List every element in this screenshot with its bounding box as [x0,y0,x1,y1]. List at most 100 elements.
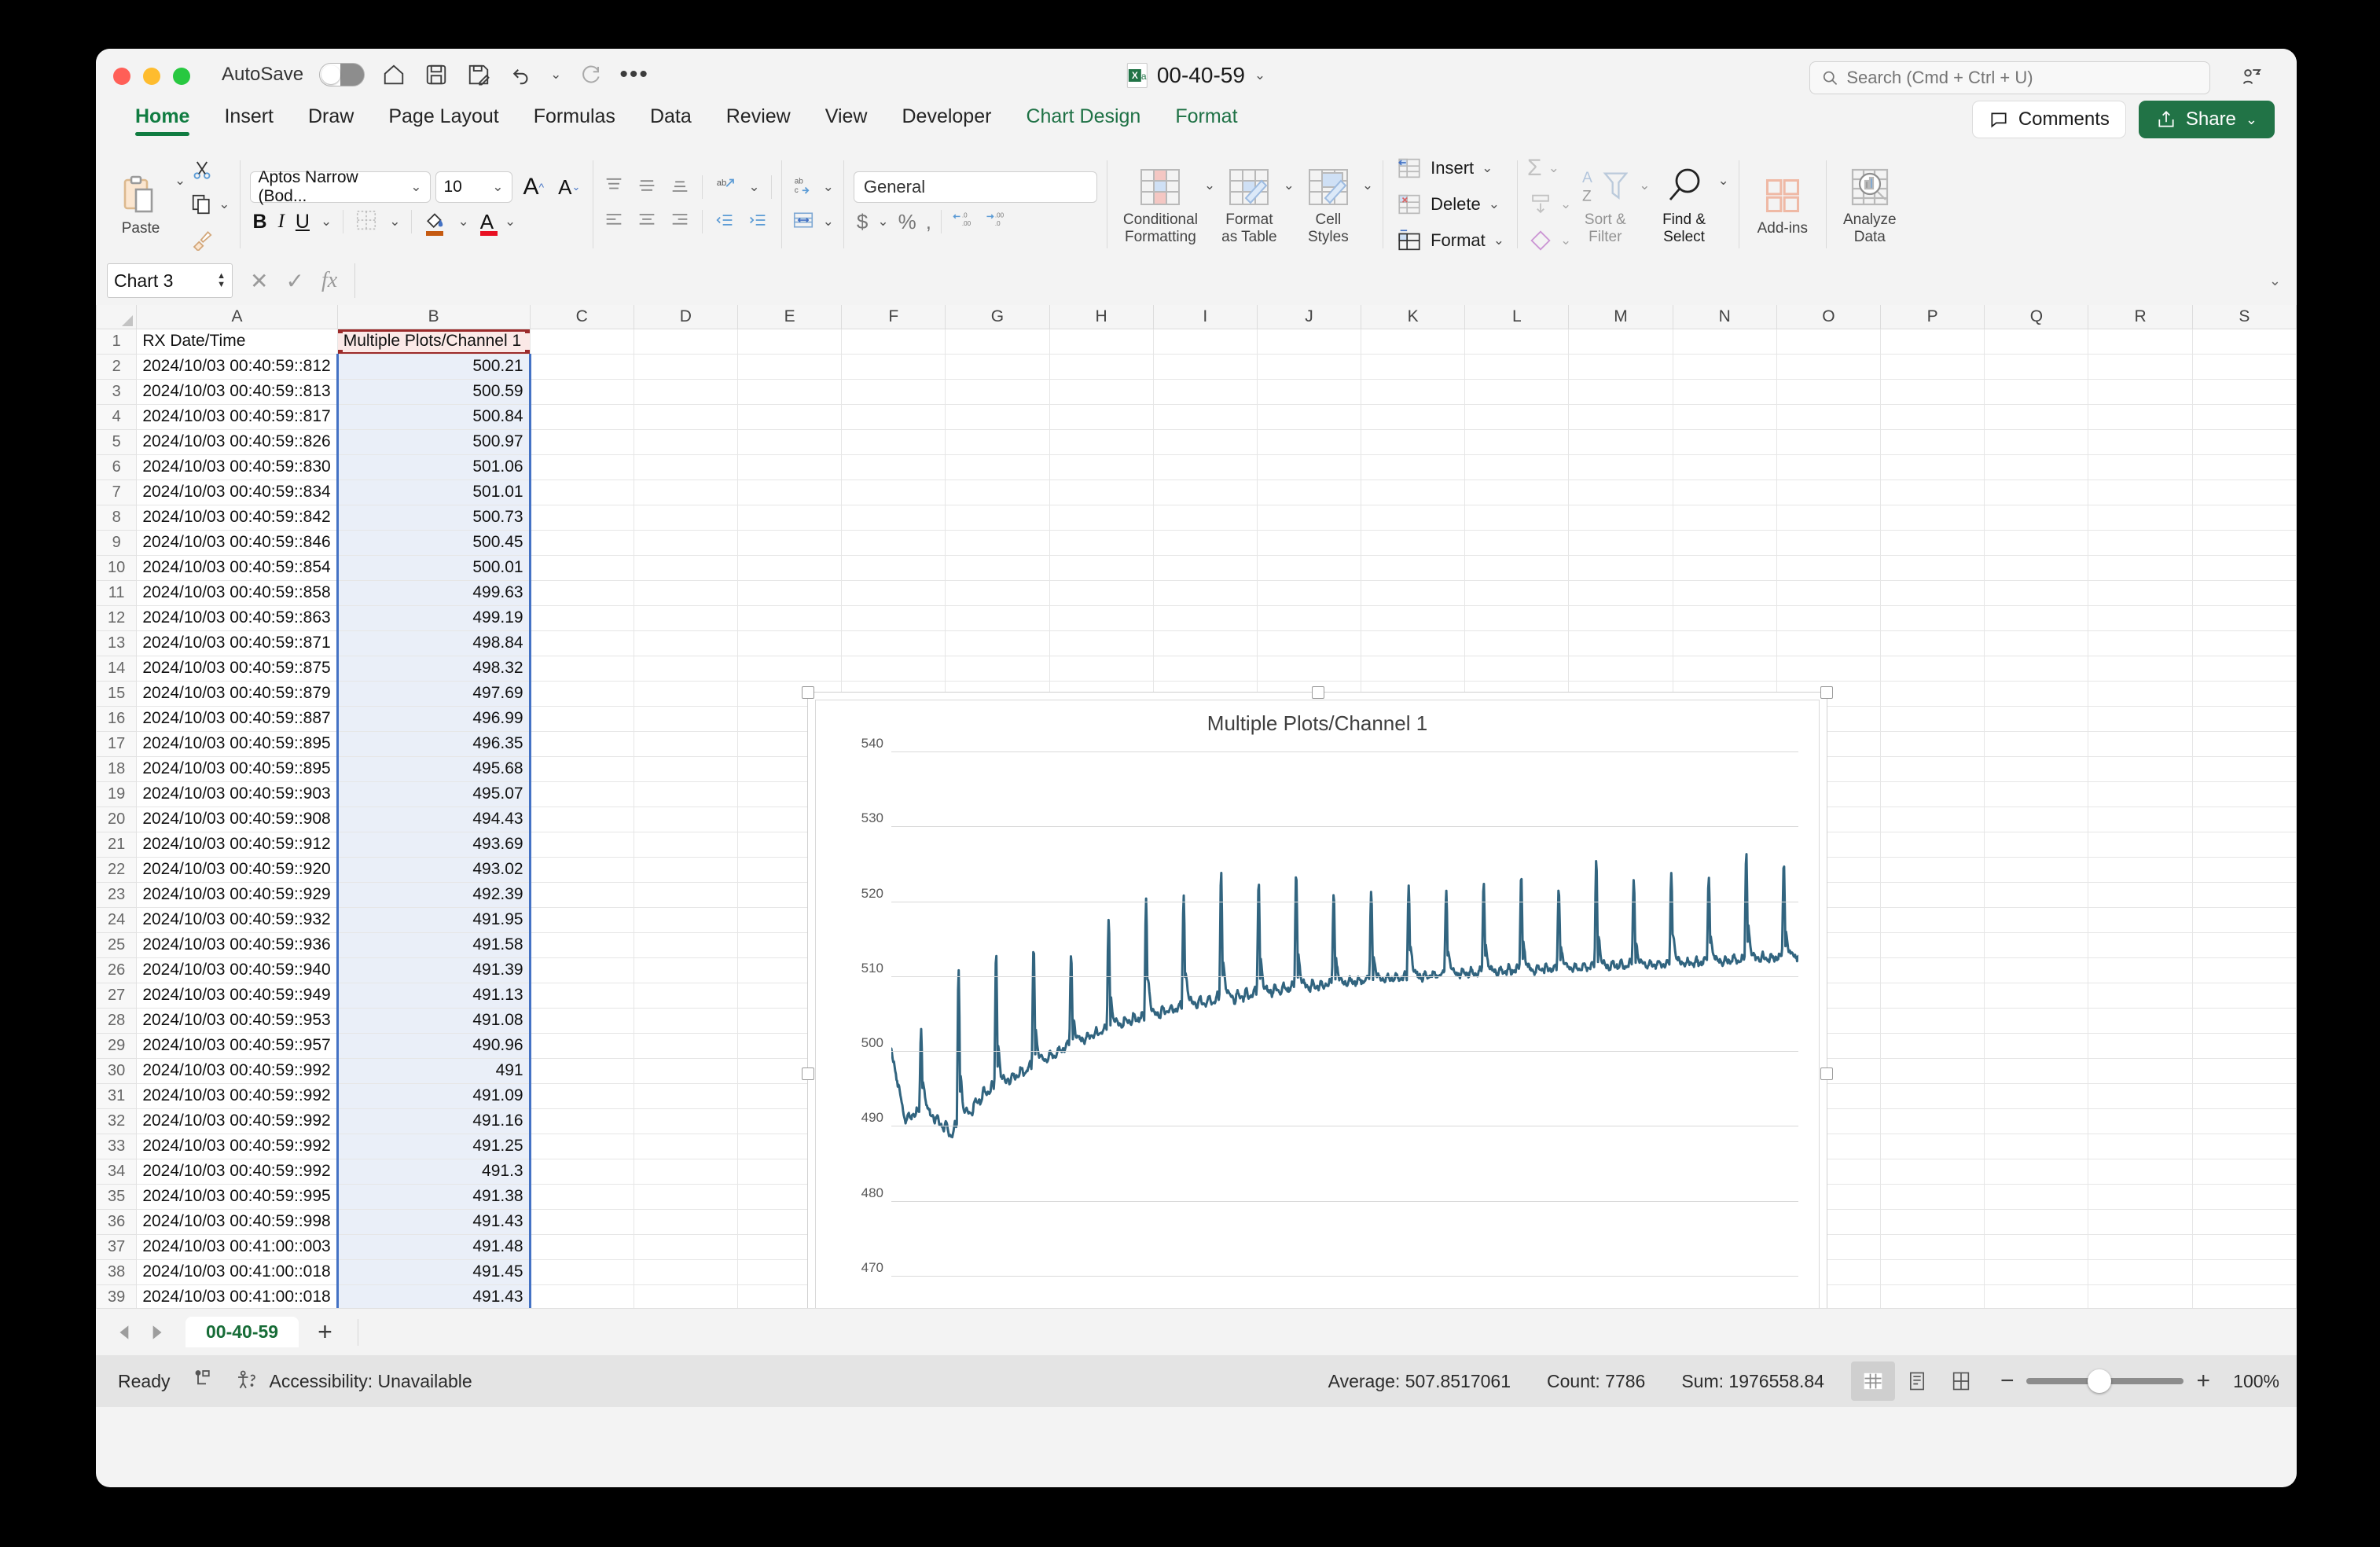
cell-b35[interactable]: 491.38 [336,1183,531,1210]
cell-g5[interactable] [945,428,1050,455]
cell-r12[interactable] [2088,604,2193,631]
cell-a21[interactable]: 2024/10/03 00:40:59::912 [136,831,338,858]
cell-b37[interactable]: 491.48 [336,1233,531,1260]
cell-o9[interactable] [1776,529,1882,556]
cell-q26[interactable] [1984,957,2089,983]
comma-style-button[interactable]: , [926,210,931,234]
copy-button[interactable]: ⌄ [190,188,230,221]
cell-f7[interactable] [841,479,946,505]
cell-c30[interactable] [529,1057,634,1084]
expand-formula-bar-icon[interactable]: ⌄ [2269,273,2286,289]
cell-d12[interactable] [633,604,738,631]
cell-g12[interactable] [945,604,1050,631]
row-header-27[interactable]: 27 [96,982,138,1009]
cell-m3[interactable] [1568,378,1673,405]
cell-d31[interactable] [633,1082,738,1109]
cell-p28[interactable] [1880,1007,1985,1034]
row-header-5[interactable]: 5 [96,428,138,455]
cell-b12[interactable]: 499.19 [336,604,531,631]
row-header-37[interactable]: 37 [96,1233,138,1260]
previous-sheet-icon[interactable] [112,1319,138,1346]
cell-p6[interactable] [1880,454,1985,480]
row-header-10[interactable]: 10 [96,554,138,581]
cell-p7[interactable] [1880,479,1985,505]
cell-b20[interactable]: 494.43 [336,806,531,832]
cell-s33[interactable] [2191,1133,2297,1159]
cell-o3[interactable] [1776,378,1882,405]
cell-b15[interactable]: 497.69 [336,680,531,707]
row-header-25[interactable]: 25 [96,932,138,958]
cell-c1[interactable] [529,328,634,355]
cell-h2[interactable] [1049,353,1154,380]
cell-s39[interactable] [2191,1284,2297,1308]
find-select-button[interactable]: Find & Select [1651,163,1718,246]
cut-button[interactable] [190,153,230,186]
cell-b36[interactable]: 491.43 [336,1208,531,1235]
cell-p18[interactable] [1880,755,1985,782]
cell-a29[interactable]: 2024/10/03 00:40:59::957 [136,1032,338,1059]
cell-k1[interactable] [1361,328,1466,355]
cell-d23[interactable] [633,881,738,908]
cell-r8[interactable] [2088,504,2193,531]
cell-r25[interactable] [2088,932,2193,958]
cell-g8[interactable] [945,504,1050,531]
italic-button[interactable]: I [278,211,285,233]
cell-n5[interactable] [1672,428,1777,455]
cell-q13[interactable] [1984,630,2089,656]
cell-r11[interactable] [2088,579,2193,606]
cell-q20[interactable] [1984,806,2089,832]
cell-q15[interactable] [1984,680,2089,707]
cell-r30[interactable] [2088,1057,2193,1084]
normal-view-button[interactable] [1850,1361,1895,1401]
cell-q6[interactable] [1984,454,2089,480]
increase-indent-button[interactable] [747,209,769,235]
cell-p22[interactable] [1880,856,1985,883]
copy-dropdown-icon[interactable]: ⌄ [219,197,230,212]
row-header-29[interactable]: 29 [96,1032,138,1059]
cell-a23[interactable]: 2024/10/03 00:40:59::929 [136,881,338,908]
cell-a13[interactable]: 2024/10/03 00:40:59::871 [136,630,338,656]
cell-r5[interactable] [2088,428,2193,455]
cell-e3[interactable] [736,378,843,405]
cell-j6[interactable] [1256,454,1362,480]
cell-s35[interactable] [2191,1183,2297,1210]
cell-q31[interactable] [1984,1082,2089,1109]
cell-b27[interactable]: 491.13 [336,982,531,1009]
cell-s3[interactable] [2191,378,2297,405]
row-header-22[interactable]: 22 [96,856,138,883]
cell-s19[interactable] [2191,781,2297,807]
row-header-30[interactable]: 30 [96,1057,138,1084]
cell-q9[interactable] [1984,529,2089,556]
row-header-16[interactable]: 16 [96,705,138,732]
autosave-toggle[interactable] [319,63,365,86]
cell-q36[interactable] [1984,1208,2089,1235]
cell-b9[interactable]: 500.45 [336,529,531,556]
cell-m6[interactable] [1568,454,1673,480]
cell-m4[interactable] [1568,403,1673,430]
cell-j2[interactable] [1256,353,1362,380]
align-center-button[interactable] [636,209,658,235]
cell-s22[interactable] [2191,856,2297,883]
cell-k2[interactable] [1361,353,1466,380]
cell-d28[interactable] [633,1007,738,1034]
cell-q12[interactable] [1984,604,2089,631]
cell-n14[interactable] [1672,655,1777,682]
cell-g9[interactable] [945,529,1050,556]
cell-b6[interactable]: 501.06 [336,454,531,480]
table-row[interactable]: 3 2024/10/03 00:40:59::813 500.59 [96,378,2297,405]
cell-e7[interactable] [736,479,843,505]
align-top-button[interactable] [603,175,625,200]
row-header-12[interactable]: 12 [96,604,138,631]
underline-dropdown-icon[interactable]: ⌄ [321,214,332,230]
row-header-35[interactable]: 35 [96,1183,138,1210]
column-header-p[interactable]: P [1880,305,1985,329]
cell-p20[interactable] [1880,806,1985,832]
cell-s18[interactable] [2191,755,2297,782]
cell-c18[interactable] [529,755,634,782]
cell-d29[interactable] [633,1032,738,1059]
cell-j10[interactable] [1256,554,1362,581]
cell-k4[interactable] [1361,403,1466,430]
cell-a25[interactable]: 2024/10/03 00:40:59::936 [136,932,338,958]
cell-a35[interactable]: 2024/10/03 00:40:59::995 [136,1183,338,1210]
cell-s31[interactable] [2191,1082,2297,1109]
